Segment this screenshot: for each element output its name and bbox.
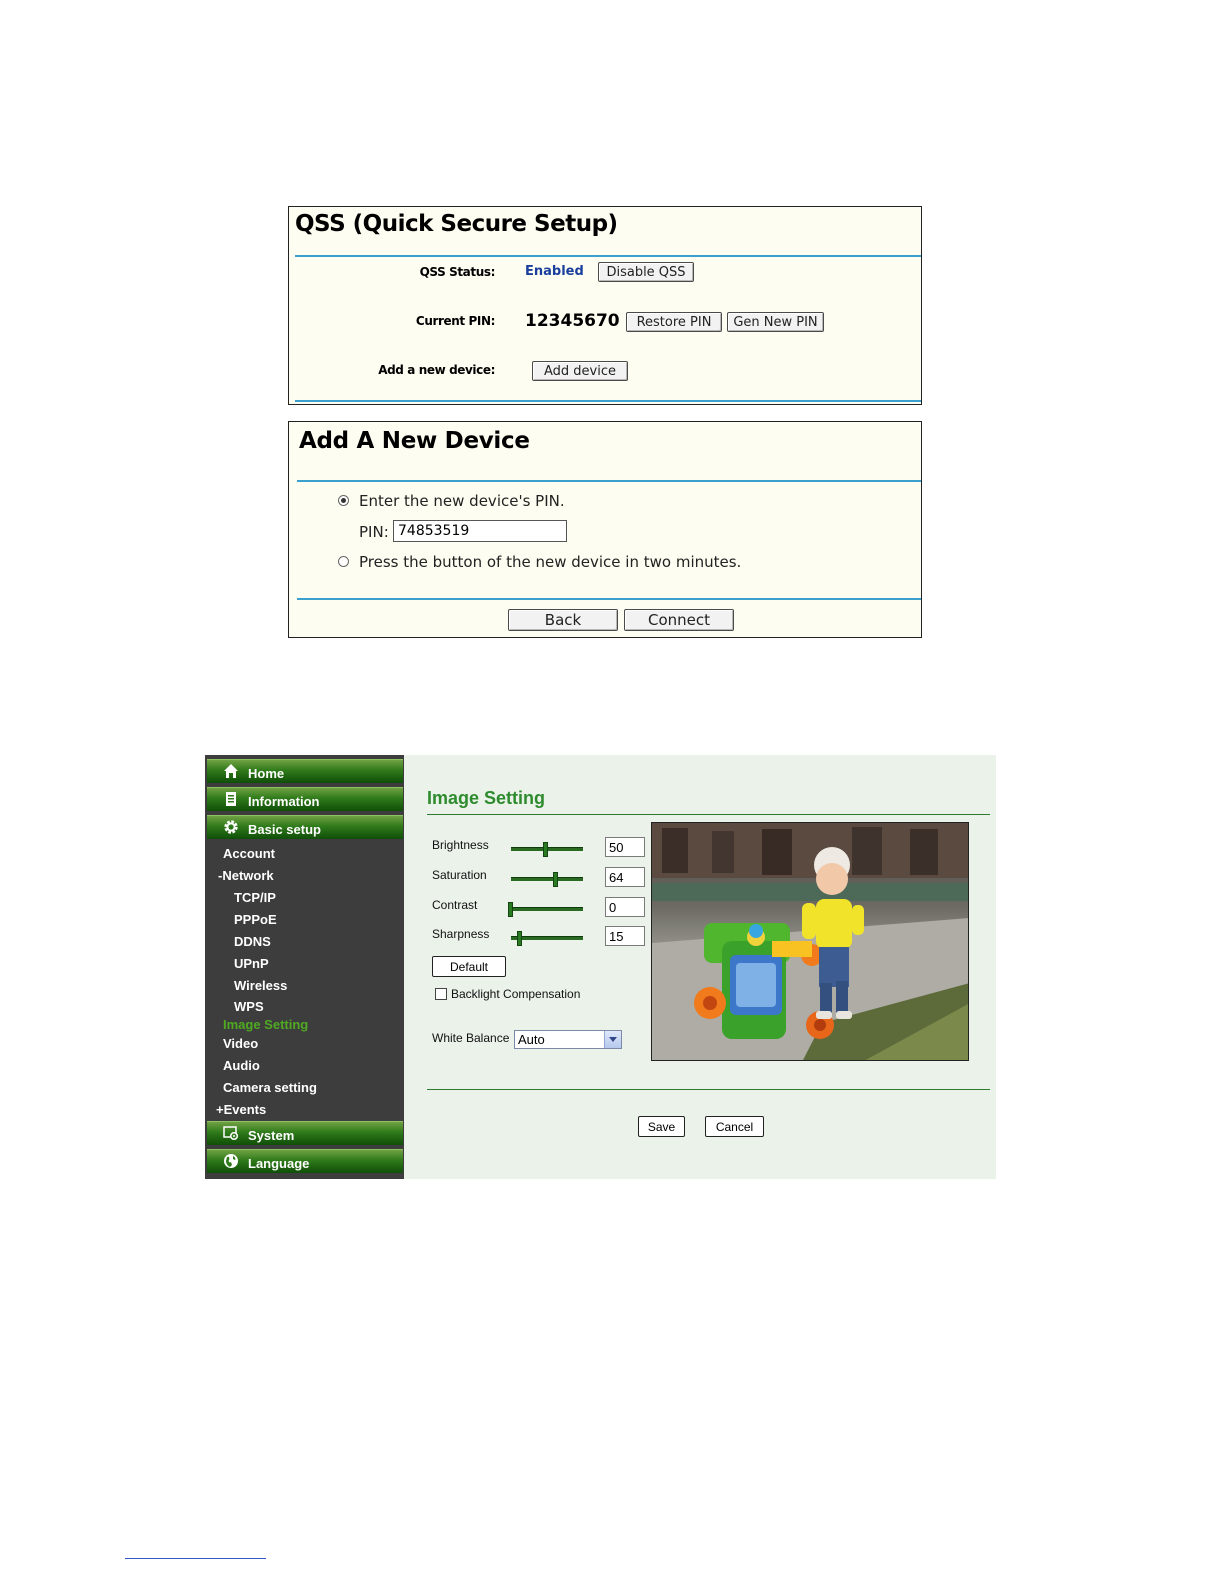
backlight-label: Backlight Compensation [451, 987, 581, 1001]
camera-preview-drawing [652, 823, 968, 1060]
brightness-label: Brightness [432, 838, 489, 852]
nav-home[interactable]: Home [207, 759, 403, 783]
globe-icon [224, 1154, 238, 1168]
page-title: Image Setting [427, 788, 546, 808]
brightness-input[interactable] [605, 837, 645, 857]
qss-title: QSS (Quick Secure Setup) [295, 211, 618, 237]
nav-pppoe[interactable]: PPPoE [234, 912, 277, 927]
add-device-panel: Add A New Device Enter the new device's … [288, 421, 922, 638]
restore-pin-button[interactable]: Restore PIN [626, 312, 722, 332]
nav-tcpip[interactable]: TCP/IP [234, 890, 276, 905]
nav-wps[interactable]: WPS [234, 999, 264, 1014]
contrast-label: Contrast [432, 898, 478, 912]
contrast-slider[interactable] [508, 902, 583, 917]
nav-home-label: Home [248, 766, 285, 781]
contrast-slider-thumb[interactable] [508, 902, 513, 917]
nav-information-label: Information [248, 794, 320, 809]
save-button[interactable]: Save [638, 1116, 685, 1137]
camera-preview-image [651, 822, 969, 1061]
nav-account[interactable]: Account [223, 846, 275, 861]
nav-events[interactable]: +Events [216, 1102, 266, 1117]
qss-panel: QSS (Quick Secure Setup) QSS Status: Ena… [288, 206, 922, 405]
default-button[interactable]: Default [432, 956, 506, 977]
backlight-checkbox[interactable] [435, 988, 447, 1000]
saturation-slider[interactable] [511, 872, 583, 887]
white-balance-value: Auto [518, 1032, 545, 1047]
nav-video[interactable]: Video [223, 1036, 258, 1051]
nav-wireless[interactable]: Wireless [234, 978, 287, 993]
nav-image-setting[interactable]: Image Setting [223, 1017, 308, 1032]
brightness-slider-thumb[interactable] [543, 842, 548, 857]
gear-icon [224, 820, 238, 834]
saturation-label: Saturation [432, 868, 487, 882]
saturation-slider-thumb[interactable] [553, 872, 558, 887]
white-balance-select[interactable]: Auto [514, 1030, 622, 1049]
saturation-input[interactable] [605, 867, 645, 887]
radio-enter-pin[interactable] [338, 495, 349, 506]
disable-qss-button[interactable]: Disable QSS [598, 262, 694, 282]
system-icon [223, 1126, 239, 1141]
document-icon [226, 792, 236, 806]
sidebar: Home Information Basic setup Account -Ne… [205, 755, 404, 1179]
nav-network[interactable]: -Network [218, 868, 274, 883]
nav-system[interactable]: System [207, 1121, 403, 1145]
nav-basic-setup-label: Basic setup [248, 822, 321, 837]
back-button[interactable]: Back [508, 609, 618, 631]
connect-button[interactable]: Connect [624, 609, 734, 631]
sharpness-input[interactable] [605, 926, 645, 946]
nav-camera-setting[interactable]: Camera setting [223, 1080, 317, 1095]
divider [427, 814, 990, 815]
nav-basic-setup[interactable]: Basic setup [207, 815, 403, 839]
nav-information[interactable]: Information [207, 787, 403, 811]
white-balance-label: White Balance [432, 1031, 510, 1045]
camera-settings-window: Home Information Basic setup Account -Ne… [205, 755, 996, 1179]
nav-language-label: Language [248, 1156, 310, 1171]
add-device-label: Add a new device: [378, 363, 495, 377]
option-enter-pin-label: Enter the new device's PIN. [359, 492, 565, 510]
qss-status-label: QSS Status: [419, 265, 496, 279]
sharpness-label: Sharpness [432, 927, 490, 941]
sharpness-slider-thumb[interactable] [517, 931, 522, 946]
home-icon [224, 764, 238, 778]
qss-status-value: Enabled [525, 264, 584, 279]
divider [297, 598, 921, 600]
divider [297, 480, 921, 482]
contrast-input[interactable] [605, 897, 645, 917]
current-pin-value: 12345670 [525, 311, 620, 331]
nav-ddns[interactable]: DDNS [234, 934, 271, 949]
radio-press-button[interactable] [338, 556, 349, 567]
nav-system-label: System [248, 1128, 295, 1143]
pin-input[interactable] [393, 520, 567, 542]
sharpness-slider[interactable] [511, 931, 583, 946]
gen-new-pin-button[interactable]: Gen New PIN [727, 312, 824, 332]
nav-upnp[interactable]: UPnP [234, 956, 269, 971]
nav-language[interactable]: Language [207, 1149, 403, 1173]
nav-audio[interactable]: Audio [223, 1058, 260, 1073]
divider [295, 255, 921, 257]
chevron-down-icon[interactable] [604, 1031, 621, 1048]
footnote-divider [125, 1558, 266, 1559]
add-device-button[interactable]: Add device [532, 361, 628, 381]
cancel-button[interactable]: Cancel [705, 1116, 764, 1137]
divider [295, 400, 921, 402]
brightness-slider[interactable] [511, 842, 583, 857]
add-device-title: Add A New Device [299, 428, 530, 454]
current-pin-label: Current PIN: [415, 314, 495, 328]
pin-label: PIN: [359, 523, 389, 541]
option-press-button-label: Press the button of the new device in tw… [359, 553, 742, 571]
divider [427, 1089, 990, 1090]
